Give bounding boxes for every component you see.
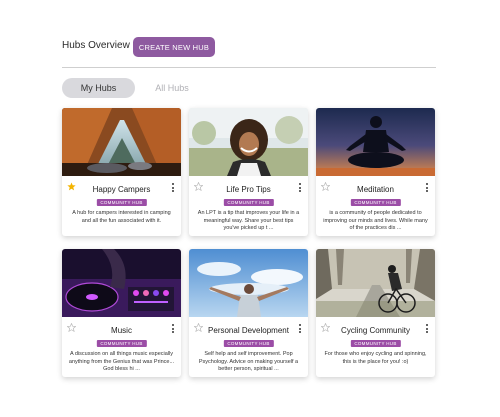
- hub-card-cycling-community[interactable]: Cycling Community COMMUNITY HUB For thos…: [316, 249, 435, 377]
- community-hub-badge: COMMUNITY HUB: [223, 340, 274, 347]
- hub-title: Life Pro Tips: [226, 185, 271, 194]
- favorite-star-icon[interactable]: [194, 182, 203, 191]
- header-divider: [62, 67, 436, 68]
- more-options-icon[interactable]: [424, 324, 430, 333]
- more-options-icon[interactable]: [424, 183, 430, 192]
- favorite-star-icon[interactable]: [67, 182, 76, 191]
- hub-image-camping-tent: [62, 108, 181, 176]
- favorite-star-icon[interactable]: [194, 323, 203, 332]
- hub-image-meditation-silhouette: [316, 108, 435, 176]
- hub-description: A hub for campers interested in camping …: [72, 210, 171, 224]
- community-hub-badge: COMMUNITY HUB: [350, 199, 401, 206]
- hub-description: is a community of people dedicated to im…: [323, 210, 428, 231]
- hub-title: Cycling Community: [341, 326, 410, 335]
- hub-card-personal-development[interactable]: Personal Development COMMUNITY HUB Self …: [189, 249, 308, 377]
- favorite-star-icon[interactable]: [67, 323, 76, 332]
- tab-all-hubs[interactable]: All Hubs: [144, 78, 200, 98]
- more-options-icon[interactable]: [297, 324, 303, 333]
- page-header: Hubs Overview CREATE NEW HUB: [0, 0, 500, 70]
- hub-image-dj-turntable: [62, 249, 181, 317]
- more-options-icon[interactable]: [170, 183, 176, 192]
- community-hub-badge: COMMUNITY HUB: [96, 199, 147, 206]
- hub-card-meditation[interactable]: Meditation COMMUNITY HUB is a community …: [316, 108, 435, 236]
- hub-title: Personal Development: [208, 326, 289, 335]
- more-options-icon[interactable]: [297, 183, 303, 192]
- hub-title: Music: [111, 326, 132, 335]
- create-new-hub-button[interactable]: CREATE NEW HUB: [133, 37, 215, 57]
- hub-card-life-pro-tips[interactable]: Life Pro Tips COMMUNITY HUB An LPT is a …: [189, 108, 308, 236]
- hub-image-cyclist-road: [316, 249, 435, 317]
- more-options-icon[interactable]: [170, 324, 176, 333]
- community-hub-badge: COMMUNITY HUB: [223, 199, 274, 206]
- hub-description: Self help and self improvement. Pop Psyc…: [198, 351, 299, 372]
- hub-description: For those who enjoy cycling and spinning…: [324, 351, 427, 365]
- page-title: Hubs Overview: [62, 40, 130, 51]
- hub-title: Meditation: [357, 185, 394, 194]
- hub-card-happy-campers[interactable]: Happy Campers COMMUNITY HUB A hub for ca…: [62, 108, 181, 236]
- favorite-star-icon[interactable]: [321, 323, 330, 332]
- hub-title: Happy Campers: [92, 185, 151, 194]
- community-hub-badge: COMMUNITY HUB: [350, 340, 401, 347]
- hub-image-smiling-woman: [189, 108, 308, 176]
- hub-description: A discussion on all things music especia…: [68, 351, 175, 372]
- hub-description: An LPT is a tip that improves your life …: [197, 210, 300, 231]
- community-hub-badge: COMMUNITY HUB: [96, 340, 147, 347]
- hub-card-music[interactable]: Music COMMUNITY HUB A discussion on all …: [62, 249, 181, 377]
- favorite-star-icon[interactable]: [321, 182, 330, 191]
- hub-image-man-arms-raised: [189, 249, 308, 317]
- tab-my-hubs[interactable]: My Hubs: [62, 78, 135, 98]
